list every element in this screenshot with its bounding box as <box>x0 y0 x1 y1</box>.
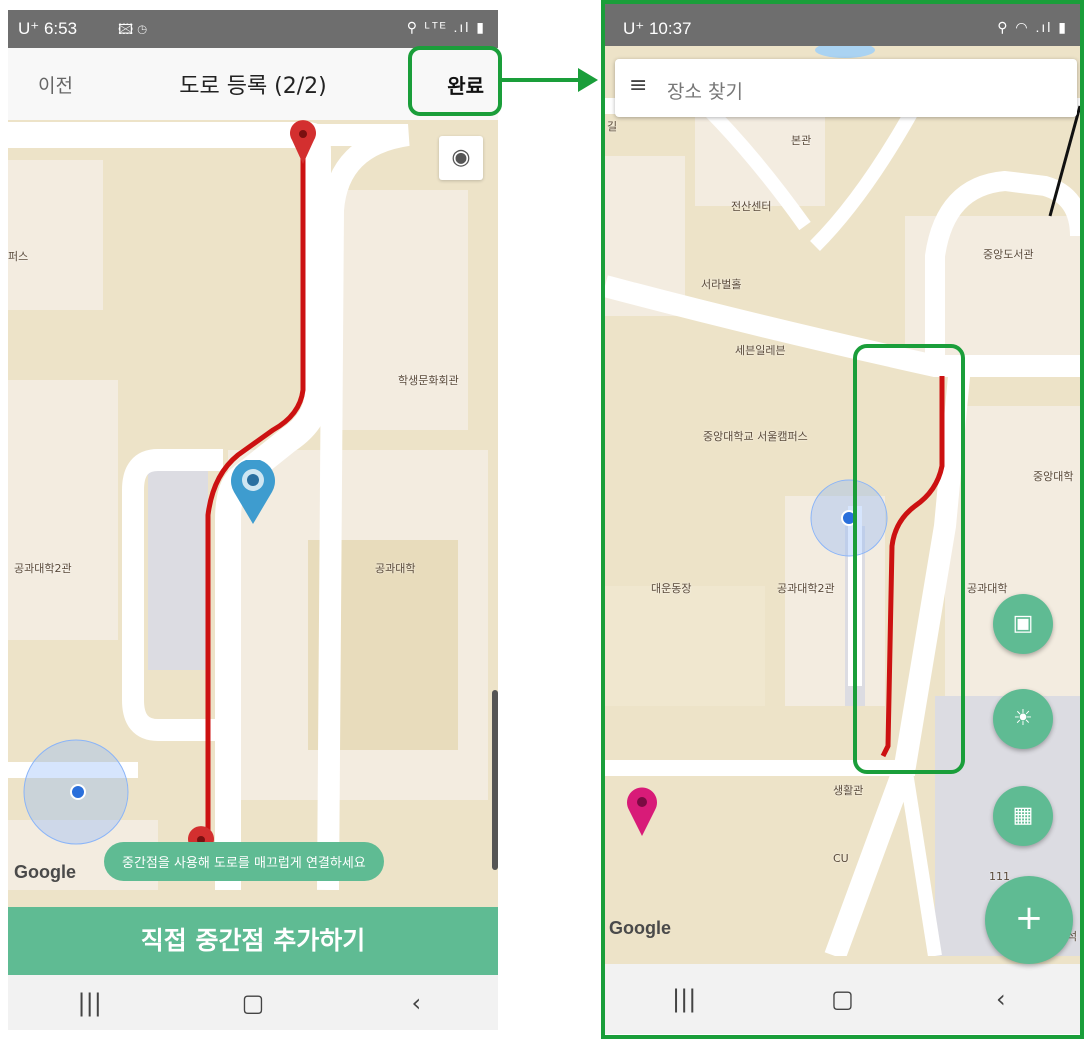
map-label: 퍼스 <box>8 250 29 263</box>
map-label: 학생문화회관 <box>398 374 459 387</box>
home-button[interactable]: ▢ <box>223 989 283 1017</box>
status-time: U⁺ 6:53 <box>18 19 78 38</box>
app-bar: 이전 도로 등록 (2/2) 완료 <box>8 48 498 120</box>
hint-toast: 중간점을 사용해 도로를 매끄럽게 연결하세요 <box>104 842 384 881</box>
start-pin-icon[interactable] <box>288 120 318 164</box>
map-label: 공과대학 <box>375 562 416 575</box>
system-nav-bar: ||| ▢ ‹ <box>8 975 498 1030</box>
page-title: 도로 등록 (2/2) <box>179 74 327 99</box>
my-location-icon[interactable]: ◉ <box>439 136 483 180</box>
status-bar: U⁺ 6:53 🖾 ◷ ⚲ ᴸᵀᴱ .ıl ▮ <box>8 10 498 48</box>
arrow-icon <box>498 68 598 92</box>
right-phone-frame <box>601 0 1084 1039</box>
google-logo: Google <box>14 862 76 882</box>
status-notification-icons: 🖾 ◷ <box>118 21 148 37</box>
map-view[interactable]: 퍼스 학생문화회관 공과대학2관 공과대학 ◉ 중간점을 사용해 도로를 매끄럽… <box>8 120 498 890</box>
done-button[interactable]: 완료 <box>447 70 484 99</box>
left-phone-screen: U⁺ 6:53 🖾 ◷ ⚲ ᴸᵀᴱ .ıl ▮ 이전 도로 등록 (2/2) 완… <box>8 10 498 1030</box>
map-pin-icon[interactable] <box>228 460 278 526</box>
map-label: 공과대학2관 <box>14 562 72 575</box>
recent-apps-button[interactable]: ||| <box>60 989 120 1017</box>
back-button[interactable]: ‹ <box>386 989 446 1017</box>
status-signal-icons: ⚲ ᴸᵀᴱ .ıl ▮ <box>406 19 486 35</box>
add-waypoint-button[interactable]: 직접 중간점 추가하기 <box>8 907 498 975</box>
scroll-handle[interactable] <box>492 690 498 870</box>
